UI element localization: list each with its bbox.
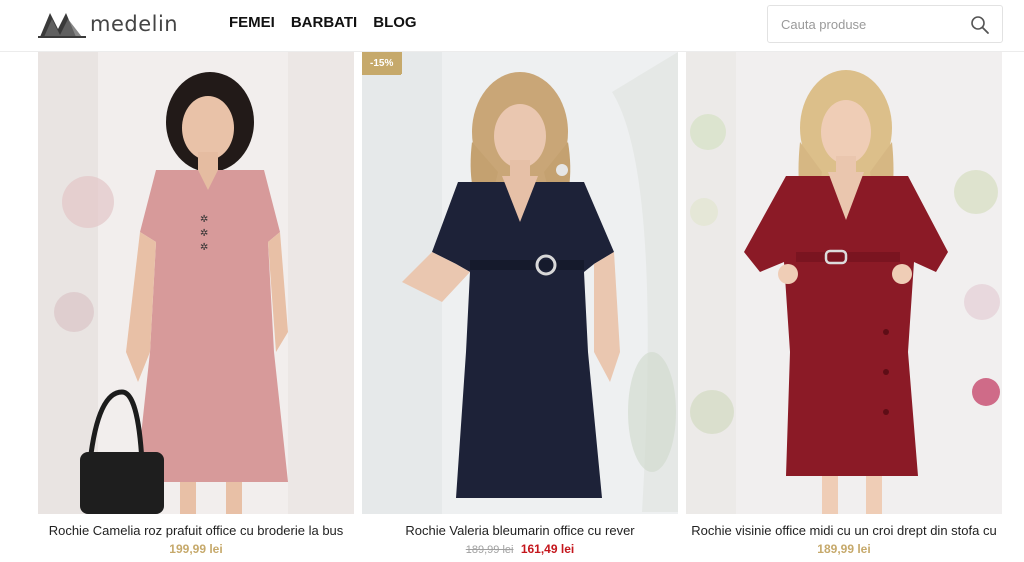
product-card[interactable]: Rochie visinie office midi cu un croi dr… (686, 52, 1002, 556)
price-current: 161,49 lei (520, 542, 575, 556)
product-title[interactable]: Rochie Valeria bleumarin office cu rever (362, 523, 678, 538)
nav-item-femei[interactable]: FEMEI (229, 14, 275, 31)
price-current: 189,99 lei (817, 542, 871, 556)
product-card[interactable]: ✲ ✲ ✲ Rochie Camelia roz prafuit office … (38, 52, 354, 556)
svg-text:✲: ✲ (200, 228, 208, 239)
search-input[interactable] (768, 6, 968, 42)
product-title[interactable]: Rochie Camelia roz prafuit office cu bro… (38, 523, 354, 538)
svg-text:✲: ✲ (200, 214, 208, 225)
svg-text:✲: ✲ (200, 242, 208, 253)
product-price: 199,99 lei (38, 542, 354, 556)
site-header: medelin FEMEI BARBATI BLOG (0, 0, 1024, 52)
search-box (767, 5, 1003, 43)
search-icon[interactable] (970, 15, 990, 35)
nav-item-barbati[interactable]: BARBATI (291, 14, 357, 31)
brand-logo[interactable]: medelin (38, 8, 178, 40)
product-title[interactable]: Rochie visinie office midi cu un croi dr… (686, 523, 1002, 538)
main-nav: FEMEI BARBATI BLOG (229, 14, 417, 31)
product-price: 189,99 lei 161,49 lei (362, 542, 678, 556)
product-card[interactable]: -15% Rochie Valeria bleumarin office cu … (362, 52, 678, 556)
product-price: 189,99 lei (686, 542, 1002, 556)
product-image[interactable]: -15% (362, 52, 678, 514)
price-old: 189,99 lei (465, 544, 514, 556)
brand-name: medelin (90, 12, 179, 36)
product-image[interactable]: ✲ ✲ ✲ (38, 52, 354, 514)
discount-badge: -15% (362, 52, 402, 75)
logo-mark-icon (38, 13, 86, 38)
product-image[interactable] (686, 52, 1002, 514)
price-current: 199,99 lei (169, 542, 223, 556)
nav-item-blog[interactable]: BLOG (373, 14, 416, 31)
